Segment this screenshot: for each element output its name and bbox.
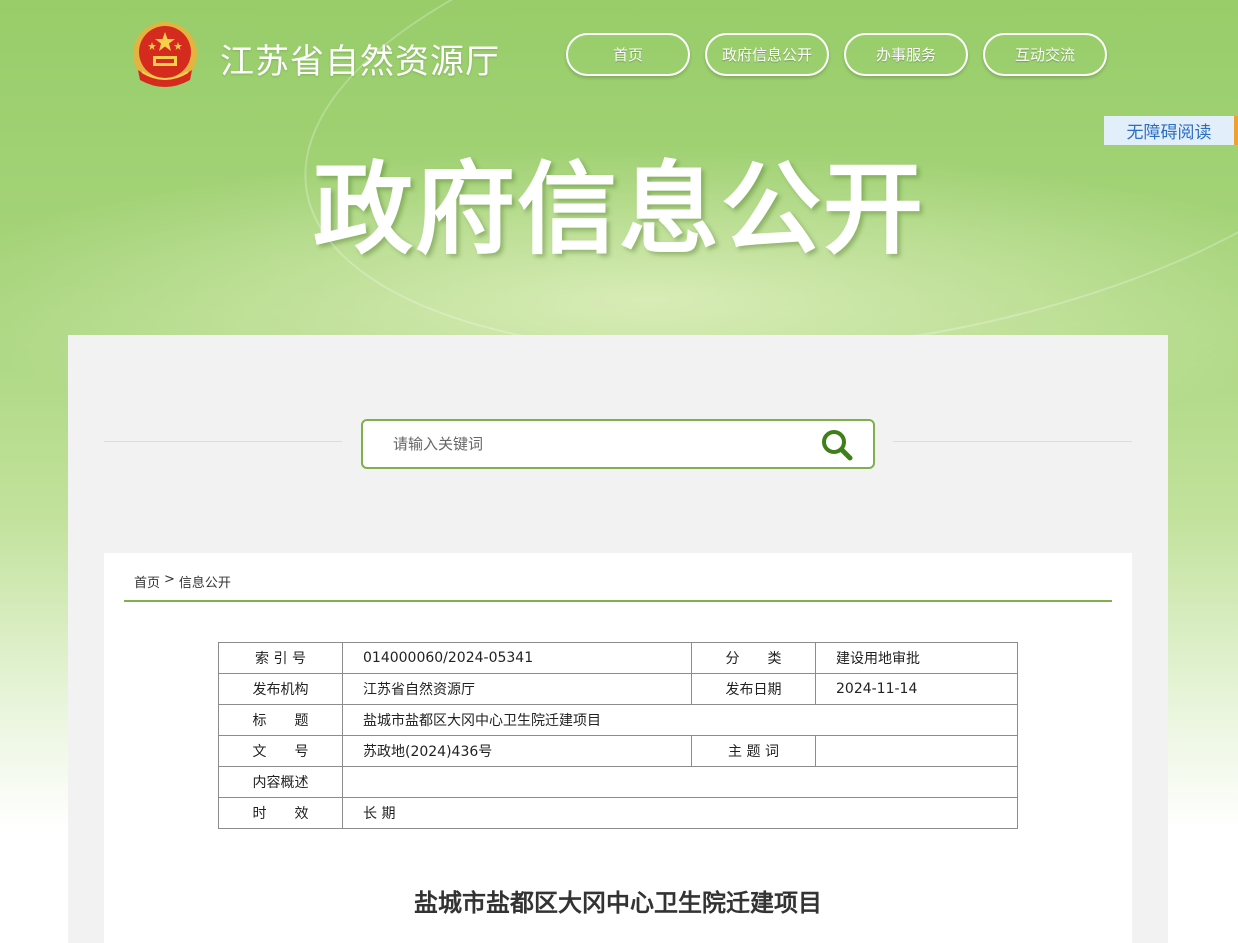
validity-value: 长 期	[342, 797, 1018, 829]
nav-item-interaction[interactable]: 互动交流	[983, 33, 1107, 76]
table-row: 时 效 长 期	[218, 797, 1018, 829]
main-nav: 首页 政府信息公开 办事服务 互动交流	[566, 33, 1107, 76]
doc-no-label: 文 号	[218, 735, 343, 767]
keywords-value	[815, 735, 1018, 767]
table-row: 内容概述	[218, 766, 1018, 798]
breadcrumb-current[interactable]: 信息公开	[179, 572, 231, 591]
validity-label: 时 效	[218, 797, 343, 829]
category-label: 分 类	[691, 642, 816, 674]
category-value: 建设用地审批	[815, 642, 1018, 674]
search-box	[361, 419, 875, 469]
nav-item-services[interactable]: 办事服务	[844, 33, 968, 76]
hero-title: 政府信息公开	[313, 151, 925, 268]
document-heading: 盐城市盐都区大冈中心卫生院迁建项目	[414, 889, 822, 917]
metadata-table: 索 引 号 014000060/2024-05341 分 类 建设用地审批 发布…	[218, 642, 1018, 829]
title-label: 标 题	[218, 704, 343, 736]
content-area: 首页 > 信息公开 索 引 号 014000060/2024-05341 分 类…	[104, 553, 1132, 943]
breadcrumb-home[interactable]: 首页	[134, 572, 160, 591]
main-panel: 首页 > 信息公开 索 引 号 014000060/2024-05341 分 类…	[68, 335, 1168, 943]
keywords-label: 主 题 词	[691, 735, 816, 767]
accessibility-reading-button[interactable]: 无障碍阅读	[1104, 116, 1238, 145]
table-row: 索 引 号 014000060/2024-05341 分 类 建设用地审批	[218, 642, 1018, 674]
table-row: 标 题 盐城市盐都区大冈中心卫生院迁建项目	[218, 704, 1018, 736]
publisher-value: 江苏省自然资源厅	[342, 673, 692, 705]
breadcrumb-separator: >	[164, 572, 175, 587]
publisher-label: 发布机构	[218, 673, 343, 705]
summary-label: 内容概述	[218, 766, 343, 798]
table-row: 发布机构 江苏省自然资源厅 发布日期 2024-11-14	[218, 673, 1018, 705]
title-value: 盐城市盐都区大冈中心卫生院迁建项目	[342, 704, 1018, 736]
search-icon[interactable]	[821, 429, 853, 461]
nav-item-gov-info[interactable]: 政府信息公开	[705, 33, 829, 76]
publish-date-value: 2024-11-14	[815, 673, 1018, 705]
summary-value	[342, 766, 1018, 798]
doc-no-value: 苏政地(2024)436号	[342, 735, 692, 767]
search-input[interactable]	[393, 421, 793, 467]
site-title[interactable]: 江苏省自然资源厅	[220, 34, 500, 83]
table-row: 文 号 苏政地(2024)436号 主 题 词	[218, 735, 1018, 767]
national-emblem-icon	[133, 22, 197, 87]
index-no-label: 索 引 号	[218, 642, 343, 674]
breadcrumb-divider	[124, 600, 1112, 602]
search-divider-right	[893, 441, 1132, 442]
search-divider-left	[104, 441, 342, 442]
index-no-value: 014000060/2024-05341	[342, 642, 692, 674]
breadcrumb: 首页 > 信息公开	[134, 572, 231, 591]
nav-item-home[interactable]: 首页	[566, 33, 690, 76]
publish-date-label: 发布日期	[691, 673, 816, 705]
